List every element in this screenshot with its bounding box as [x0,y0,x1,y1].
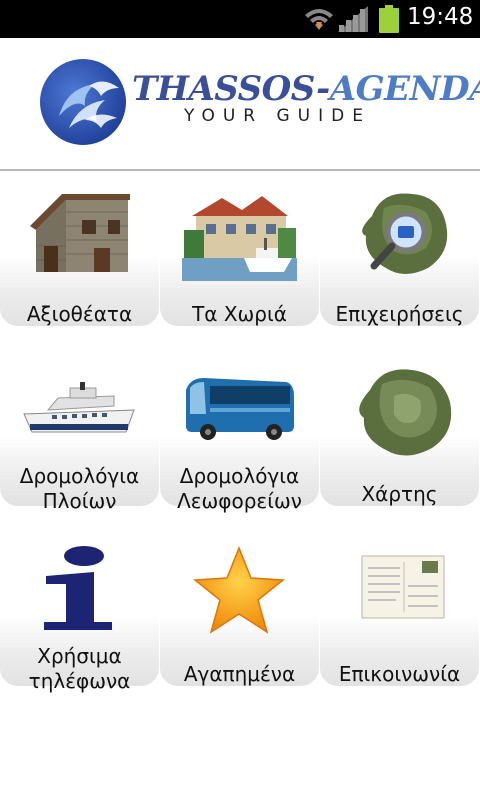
tile-label-line2: Λεωφορείων [177,489,302,513]
postcard-icon [361,555,445,619]
app-brand-title: THASSOS-AGENDA [132,69,480,109]
island-map-icon [359,369,452,456]
clock: 19:48 [407,4,474,30]
tile-label-line1: Δρομολόγια [19,464,140,488]
tile-label: Δρομολόγια Πλοίων [0,464,159,514]
tile-useful-phones[interactable]: Χρήσιμα τηλέφωνα [0,531,159,693]
brand-thassos: THASSOS- [132,69,330,109]
tile-label: Επικοινωνία [338,662,461,686]
tile-bus-schedules[interactable]: Δρομολόγια Λεωφορείων [160,351,319,513]
tile-sights[interactable]: Αξιοθέατα [0,171,159,326]
bus-icon [186,378,294,440]
tile-label-line2: Πλοίων [42,489,117,513]
harbor-village-icon [182,196,297,281]
tile-label: Επιχειρήσεις [335,302,464,326]
signal-icon [338,6,368,32]
app-header: THASSOS-AGENDA YOUR GUIDE [0,38,480,170]
brand-agenda: AGENDA [329,69,480,109]
tile-label-line2: τηλέφωνα [28,669,131,693]
tile-businesses[interactable]: Επιχειρήσεις [320,171,479,326]
map-search-icon [362,193,448,274]
tile-label: Τα Χωριά [192,302,287,326]
tile-label: Χάρτης [361,482,438,506]
tile-label: Χρήσιμα τηλέφωνα [0,644,159,694]
battery-icon [379,5,399,33]
star-icon [193,546,285,634]
wifi-icon [305,9,333,30]
tile-map[interactable]: Χάρτης [320,351,479,506]
ferry-icon [23,382,135,433]
info-icon [44,546,112,630]
wave-logo-icon [40,59,126,145]
app-tagline: YOUR GUIDE [184,106,371,126]
tile-contact[interactable]: Επικοινωνία [320,531,479,686]
tile-label: Αξιοθέατα [26,302,133,326]
tile-label-line1: Χρήσιμα [37,644,122,668]
tile-ferry-schedules[interactable]: Δρομολόγια Πλοίων [0,351,159,513]
tile-label: Αγαπημένα [183,662,296,686]
tile-label: Δρομολόγια Λεωφορείων [160,464,319,514]
status-bar: 19:48 [0,0,480,38]
stone-house-icon [30,194,130,272]
tile-label-line1: Δρομολόγια [179,464,300,488]
tile-favorites[interactable]: Αγαπημένα [160,531,319,686]
tile-villages[interactable]: Τα Χωριά [160,171,319,326]
